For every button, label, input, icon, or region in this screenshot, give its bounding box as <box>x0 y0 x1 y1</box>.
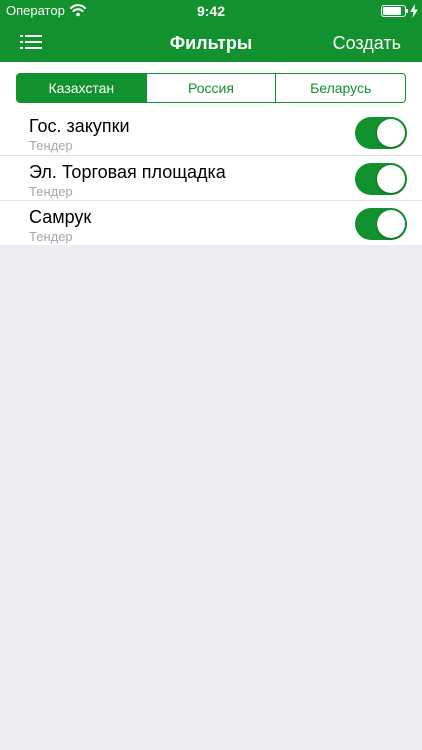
filter-subtitle: Тендер <box>29 138 73 153</box>
filter-title: Самрук <box>29 207 92 227</box>
status-time: 9:42 <box>196 3 226 19</box>
filter-subtitle: Тендер <box>29 229 73 244</box>
filters-panel: Казахстан Россия Беларусь Гос. закупки Т… <box>0 62 422 245</box>
filter-toggle[interactable] <box>355 117 407 149</box>
filter-row-samruk: Самрук Тендер <box>0 200 422 245</box>
status-bar: Оператор 9:42 <box>0 0 422 22</box>
filter-toggle[interactable] <box>355 163 407 195</box>
segment-belarus[interactable]: Беларусь <box>275 74 405 102</box>
battery-cap <box>406 9 408 13</box>
battery-icon <box>381 5 406 17</box>
battery-level <box>383 7 401 15</box>
toggle-knob <box>377 210 405 238</box>
navigation-bar: Фильтры Создать <box>0 22 422 62</box>
country-segmented-control: Казахстан Россия Беларусь <box>16 73 406 103</box>
charging-bolt-icon <box>410 4 418 18</box>
filter-toggle[interactable] <box>355 208 407 240</box>
toggle-knob <box>377 165 405 193</box>
segment-russia[interactable]: Россия <box>145 74 276 102</box>
toggle-knob <box>377 119 405 147</box>
list-menu-icon <box>20 35 42 49</box>
filter-subtitle: Тендер <box>29 184 73 199</box>
filter-title: Гос. закупки <box>29 116 130 136</box>
create-button[interactable]: Создать <box>333 33 401 54</box>
filter-list: Гос. закупки Тендер Эл. Торговая площадк… <box>0 110 422 245</box>
filter-row-goszakupki: Гос. закупки Тендер <box>0 110 422 155</box>
menu-button[interactable] <box>16 30 46 54</box>
filter-title: Эл. Торговая площадка <box>29 162 226 182</box>
app-header: Оператор 9:42 Фильтры Создать <box>0 0 422 62</box>
segment-kazakhstan[interactable]: Казахстан <box>17 74 146 102</box>
filter-row-etp: Эл. Торговая площадка Тендер <box>0 155 422 200</box>
